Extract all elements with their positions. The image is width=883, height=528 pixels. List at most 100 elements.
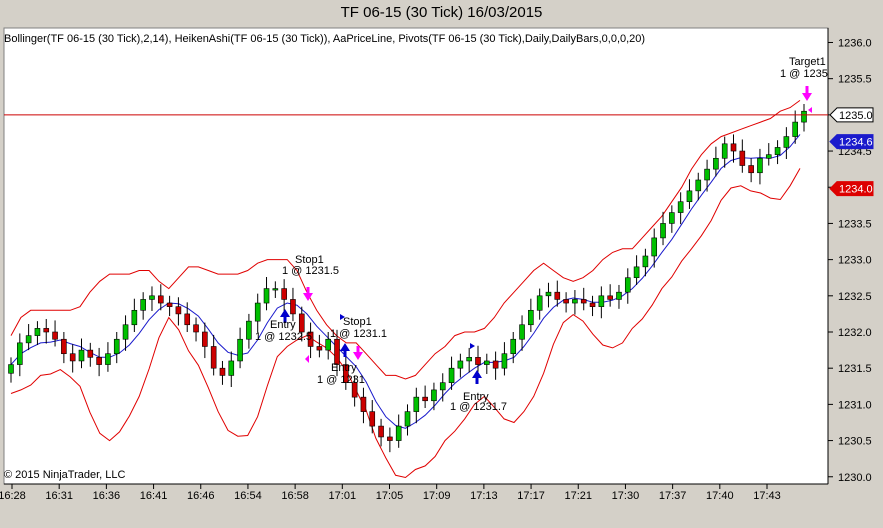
candle-body-12 (113, 338, 120, 355)
candle-body-78 (695, 179, 702, 192)
candle-body-68 (607, 295, 613, 300)
price-tag-label-0: 1235.0 (839, 110, 873, 122)
y-tick-label-6: 1233.0 (838, 255, 872, 267)
candle-body-28 (254, 302, 261, 322)
x-tick-label-9: 17:09 (423, 490, 451, 502)
candle-body-85 (757, 157, 763, 174)
candle-body-1 (17, 342, 23, 365)
y-tick-label-11: 1230.5 (838, 436, 872, 448)
y-tick-label-7: 1232.5 (838, 291, 872, 303)
x-tick-label-3: 16:41 (140, 490, 168, 502)
y-tick-label-0: 1236.0 (838, 37, 872, 49)
candle-body-61 (545, 291, 552, 297)
candle-body-84 (748, 165, 754, 174)
copyright-notice: © 2015 NinjaTrader, LLC (4, 469, 126, 481)
candle-body-89 (792, 121, 798, 137)
candle-body-18 (166, 302, 173, 307)
candle-body-67 (598, 295, 605, 307)
x-tick-label-8: 17:05 (376, 490, 404, 502)
candle-body-46 (413, 396, 420, 412)
stop1-label-b-price: 1 @ 1231.1 (330, 328, 387, 340)
candle-body-40 (360, 396, 367, 412)
candle-body-70 (624, 277, 631, 293)
candle-body-2 (25, 335, 32, 344)
x-tick-label-0: 16:28 (0, 490, 26, 502)
candle-body-60 (536, 295, 543, 311)
candle-body-41 (369, 411, 376, 427)
candle-body-17 (157, 295, 164, 304)
candle-body-44 (395, 425, 402, 441)
candle-body-29 (263, 288, 270, 304)
candle-body-6 (61, 338, 67, 355)
entry-label-c-price: 1 @ 1231.7 (450, 401, 507, 413)
candle-body-8 (78, 349, 85, 362)
candle-body-47 (422, 396, 428, 402)
price-tag-1: 1234.6 (829, 134, 874, 150)
candle-body-54 (483, 360, 490, 365)
stop1-label-b: Stop1 (343, 316, 372, 328)
entry-label-a-price: 1 @ 1232.5 (255, 331, 312, 343)
candle-body-76 (677, 201, 684, 213)
candle-body-63 (563, 299, 569, 304)
candle-body-64 (572, 299, 578, 304)
candle-body-14 (131, 309, 138, 326)
candle-body-65 (580, 299, 587, 304)
candle-body-75 (669, 212, 675, 224)
entry-label-a: Entry (270, 319, 296, 331)
candle-body-79 (704, 168, 710, 181)
chart-plot-area[interactable]: 1236.01235.51235.01234.51234.01233.51233… (0, 0, 883, 528)
price-tag-0: 1235.0 (829, 107, 874, 123)
candle-body-37 (334, 338, 340, 365)
candle-body-58 (519, 324, 525, 340)
entry-label-b-price: 1 @ 1231 (317, 374, 365, 386)
candle-body-62 (554, 291, 561, 300)
candle-body-30 (272, 288, 279, 291)
stop1-label-a-price: 1 @ 1231.5 (282, 265, 339, 277)
chart-window: TF 06-15 (30 Tick) 16/03/2015 1236.0 1235… (0, 0, 883, 528)
candle-body-15 (140, 299, 146, 311)
candle-body-24 (219, 367, 226, 376)
y-tick-label-12: 1230.0 (838, 472, 872, 484)
x-tick-label-7: 17:01 (329, 490, 357, 502)
candle-body-83 (739, 150, 746, 166)
candle-body-31 (281, 288, 287, 300)
candle-body-52 (466, 357, 472, 362)
target1-label-price: 1 @ 1235 (780, 68, 828, 80)
candle-body-19 (175, 306, 182, 315)
x-tick-label-15: 17:40 (706, 490, 734, 502)
candle-body-49 (439, 382, 446, 391)
y-tick-label-9: 1231.5 (838, 363, 872, 375)
candle-body-88 (783, 136, 790, 148)
candle-body-87 (774, 147, 781, 155)
candle-body-51 (457, 360, 464, 369)
candle-body-69 (616, 291, 622, 300)
candle-body-23 (210, 346, 217, 369)
candle-body-5 (52, 331, 58, 340)
candle-body-32 (290, 299, 296, 315)
y-tick-label-1: 1235.5 (838, 74, 872, 86)
candle-body-33 (298, 313, 305, 333)
candle-body-90 (801, 110, 807, 123)
candle-body-0 (8, 364, 14, 374)
entry-label-b: Entry (331, 362, 357, 374)
y-tick-label-5: 1233.5 (838, 218, 872, 230)
candle-body-35 (316, 346, 323, 351)
price-tag-2: 1234.0 (829, 181, 874, 197)
x-tick-label-13: 17:30 (612, 490, 640, 502)
candle-body-13 (122, 324, 129, 340)
price-tag-label-1: 1234.6 (839, 137, 873, 149)
candle-body-27 (246, 320, 252, 340)
candle-body-77 (686, 190, 693, 203)
x-tick-label-11: 17:17 (517, 490, 545, 502)
candle-body-4 (43, 328, 50, 333)
candle-body-36 (325, 338, 332, 351)
y-tick-label-10: 1231.0 (838, 399, 872, 411)
candle-body-25 (228, 360, 235, 376)
x-tick-label-5: 16:54 (234, 490, 262, 502)
x-tick-label-6: 16:58 (281, 490, 309, 502)
candle-body-48 (431, 389, 437, 402)
x-tick-label-1: 16:31 (45, 490, 73, 502)
candle-body-20 (184, 313, 191, 326)
candle-body-66 (589, 302, 596, 307)
candle-body-82 (730, 143, 737, 152)
